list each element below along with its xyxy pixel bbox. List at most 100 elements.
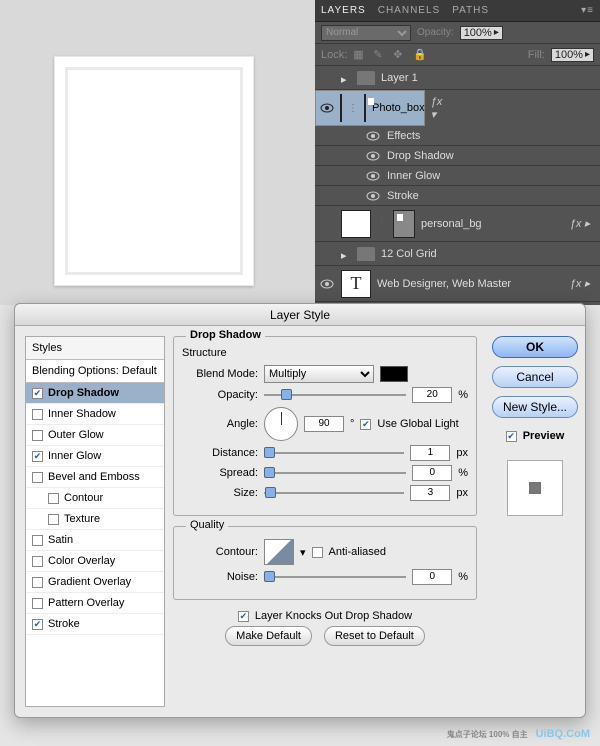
layers-panel: LAYERS CHANNELS PATHS ▾≡ Normal Opacity:… xyxy=(315,0,600,305)
effect-drop-shadow[interactable]: Drop Shadow xyxy=(315,146,600,166)
knocks-out-checkbox[interactable]: ✔ xyxy=(238,611,249,622)
style-checkbox[interactable] xyxy=(32,598,43,609)
preview-checkbox[interactable]: ✔ xyxy=(506,431,517,442)
distance-label: Distance: xyxy=(182,447,258,459)
lock-all-icon[interactable]: 🔒 xyxy=(413,48,427,62)
style-item-color-overlay[interactable]: Color Overlay xyxy=(26,551,164,572)
cancel-button[interactable]: Cancel xyxy=(492,366,578,388)
style-item-stroke[interactable]: ✔Stroke xyxy=(26,614,164,635)
style-checkbox[interactable] xyxy=(32,577,43,588)
style-checkbox[interactable] xyxy=(32,556,43,567)
noise-slider[interactable] xyxy=(264,570,406,584)
noise-input[interactable]: 0 xyxy=(412,569,452,585)
lock-paint-icon[interactable]: ✎ xyxy=(373,48,387,62)
contour-label: Contour: xyxy=(182,546,258,558)
style-checkbox[interactable] xyxy=(48,493,59,504)
distance-input[interactable]: 1 xyxy=(410,445,450,461)
photo-box xyxy=(54,56,254,286)
style-item-inner-shadow[interactable]: Inner Shadow xyxy=(26,404,164,425)
blending-options[interactable]: Blending Options: Default xyxy=(26,360,164,383)
spread-slider[interactable] xyxy=(264,466,406,480)
use-global-label: Use Global Light xyxy=(377,418,458,430)
shadow-color-swatch[interactable] xyxy=(380,366,408,382)
opacity-slider[interactable] xyxy=(264,388,406,402)
style-checkbox[interactable] xyxy=(32,535,43,546)
eye-icon[interactable] xyxy=(365,189,381,203)
vector-mask-thumb xyxy=(364,94,366,122)
spread-input[interactable]: 0 xyxy=(412,465,452,481)
style-checkbox[interactable] xyxy=(48,514,59,525)
fill-label: Fill: xyxy=(528,49,545,61)
tab-paths[interactable]: PATHS xyxy=(452,5,489,16)
style-checkbox[interactable] xyxy=(32,472,43,483)
contour-picker[interactable] xyxy=(264,539,294,565)
style-item-bevel-and-emboss[interactable]: Bevel and Emboss xyxy=(26,467,164,488)
style-checkbox[interactable]: ✔ xyxy=(32,388,43,399)
angle-input[interactable]: 90 xyxy=(304,416,344,432)
style-item-drop-shadow[interactable]: ✔Drop Shadow xyxy=(26,383,164,404)
effect-stroke[interactable]: Stroke xyxy=(315,186,600,206)
layer-row-personal-bg[interactable]: ⋮ personal_bg ƒx ▸ xyxy=(315,206,600,242)
quality-label: Quality xyxy=(186,519,228,531)
fill-value[interactable]: 100% ▸ xyxy=(551,48,594,62)
style-checkbox[interactable]: ✔ xyxy=(32,451,43,462)
disclosure-icon[interactable]: ▸ xyxy=(341,249,351,259)
opacity-value[interactable]: 100% ▸ xyxy=(460,26,503,40)
eye-icon[interactable] xyxy=(365,149,381,163)
style-checkbox[interactable] xyxy=(32,430,43,441)
reset-default-button[interactable]: Reset to Default xyxy=(324,626,425,646)
angle-label: Angle: xyxy=(182,418,258,430)
ok-button[interactable]: OK xyxy=(492,336,578,358)
layer-row-text[interactable]: T Web Designer, Web Master ƒx ▸ xyxy=(315,266,600,302)
tab-layers[interactable]: LAYERS xyxy=(321,5,366,16)
style-item-gradient-overlay[interactable]: Gradient Overlay xyxy=(26,572,164,593)
anti-aliased-checkbox[interactable] xyxy=(312,547,323,558)
effects-header[interactable]: Effects xyxy=(315,126,600,146)
styles-header[interactable]: Styles xyxy=(26,337,164,360)
size-input[interactable]: 3 xyxy=(410,485,450,501)
folder-icon xyxy=(357,71,375,85)
style-item-inner-glow[interactable]: ✔Inner Glow xyxy=(26,446,164,467)
fx-badge[interactable]: ƒx ▸ xyxy=(570,217,596,230)
blend-mode-select[interactable]: Normal xyxy=(321,25,411,41)
use-global-checkbox[interactable]: ✔ xyxy=(360,419,371,430)
lock-position-icon[interactable]: ✥ xyxy=(393,48,407,62)
dialog-title: Layer Style xyxy=(15,304,585,326)
new-style-button[interactable]: New Style... xyxy=(492,396,578,418)
style-checkbox[interactable]: ✔ xyxy=(32,619,43,630)
style-item-pattern-overlay[interactable]: Pattern Overlay xyxy=(26,593,164,614)
make-default-button[interactable]: Make Default xyxy=(225,626,312,646)
panel-menu-icon[interactable]: ▾≡ xyxy=(581,5,594,16)
style-item-texture[interactable]: Texture xyxy=(26,509,164,530)
layer-row-layer1[interactable]: ▸ Layer 1 xyxy=(315,66,600,90)
layer-row-photo-box[interactable]: ⋮ Photo_box ƒx ▾ xyxy=(315,90,425,126)
photo-inner-frame xyxy=(65,67,243,275)
distance-slider[interactable] xyxy=(264,446,404,460)
eye-icon[interactable] xyxy=(319,247,335,261)
disclosure-icon[interactable]: ▸ xyxy=(341,73,351,83)
lock-transparency-icon[interactable]: ▦ xyxy=(353,48,367,62)
eye-icon[interactable] xyxy=(319,217,335,231)
fx-badge[interactable]: ƒx ▸ xyxy=(570,277,596,290)
styles-list: Styles Blending Options: Default ✔Drop S… xyxy=(25,336,165,707)
effect-inner-glow[interactable]: Inner Glow xyxy=(315,166,600,186)
eye-icon[interactable] xyxy=(365,169,381,183)
tab-channels[interactable]: CHANNELS xyxy=(378,5,440,16)
eye-icon[interactable] xyxy=(320,101,334,115)
opacity-input[interactable]: 20 xyxy=(412,387,452,403)
blend-mode-select[interactable]: Multiply xyxy=(264,365,374,383)
fx-badge[interactable]: ƒx ▾ xyxy=(431,96,449,121)
style-item-contour[interactable]: Contour xyxy=(26,488,164,509)
layer-row-grid[interactable]: ▸ 12 Col Grid xyxy=(315,242,600,266)
style-item-outer-glow[interactable]: Outer Glow xyxy=(26,425,164,446)
preview-swatch xyxy=(507,460,563,516)
eye-icon[interactable] xyxy=(365,129,381,143)
eye-icon[interactable] xyxy=(319,277,335,291)
angle-dial[interactable] xyxy=(264,407,298,441)
style-checkbox[interactable] xyxy=(32,409,43,420)
panel-tabs: LAYERS CHANNELS PATHS ▾≡ xyxy=(315,0,600,22)
layer-style-dialog: Layer Style Styles Blending Options: Def… xyxy=(14,303,586,718)
eye-icon[interactable] xyxy=(319,71,335,85)
size-slider[interactable] xyxy=(264,486,404,500)
style-item-satin[interactable]: Satin xyxy=(26,530,164,551)
